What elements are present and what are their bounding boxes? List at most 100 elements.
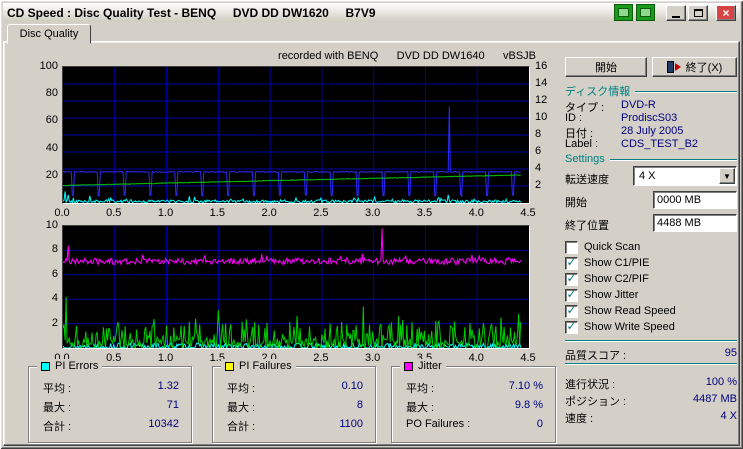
quality-chart: 100 80 60 40 20 16 14 12 10 8 6 4 2 0.0 0.5 1.0 1.5 2.0 2.…: [40, 60, 548, 219]
quality-score-label: 品質スコア :: [565, 350, 627, 362]
header-rule: [609, 158, 737, 160]
jitter-chart-plot: [62, 225, 530, 349]
pi-failures-legend: PI Failures: [221, 359, 296, 373]
settings-header: Settings: [565, 153, 737, 165]
pi-errors-groupbox: PI Errors 平均 : 1.32 最大 : 71 合計 : 10342: [28, 359, 192, 443]
checkbox-show-read-speed[interactable]: ✓ Show Read Speed: [565, 304, 676, 318]
maximize-icon: [693, 8, 703, 17]
jitter-legend: Jitter: [400, 359, 446, 373]
checkbox-box[interactable]: ✓: [565, 304, 578, 318]
checkbox-label: Show Write Speed: [584, 321, 675, 333]
disc-info-header-label: ディスク情報: [565, 86, 631, 98]
stat-value: 1100: [339, 418, 363, 430]
close-button[interactable]: ×: [716, 4, 736, 21]
stat-row: 平均 : 7.10 %: [406, 380, 543, 396]
exit-icon: [666, 61, 681, 73]
legend-color-swatch: [404, 361, 413, 371]
stat-label: 合計 :: [43, 421, 72, 433]
x-axis-tick-label: 0.5: [106, 207, 122, 219]
progress-value: 100 %: [705, 376, 737, 388]
cd-speed-icon[interactable]: [636, 4, 655, 21]
x-axis-tick-label: 2.5: [313, 207, 329, 219]
checkbox-show-write-speed[interactable]: ✓ Show Write Speed: [565, 320, 675, 334]
checkbox-quick-scan[interactable]: ✓ Quick Scan: [565, 240, 640, 254]
checkbox-box[interactable]: ✓: [565, 287, 578, 302]
position-label: ポジション :: [565, 396, 627, 408]
stat-label: 最大 :: [227, 402, 256, 414]
pi-failures-groupbox: PI Failures 平均 : 0.10 最大 : 8 合計 : 1100: [212, 359, 376, 443]
stat-label: 最大 :: [43, 402, 72, 414]
checkbox-box[interactable]: ✓: [565, 272, 578, 286]
x-axis-tick-label: 2.0: [261, 207, 277, 219]
title-bar: CD Speed : Disc Quality Test - BENQ DVD …: [3, 3, 740, 22]
quality-score-row: 品質スコア : 95: [565, 347, 737, 363]
start-button[interactable]: 開始: [565, 57, 647, 77]
checkbox-label: Show C1/PIE: [584, 257, 650, 269]
exit-arrow-icon: [674, 63, 681, 71]
pi-errors-title: PI Errors: [55, 360, 99, 372]
stat-value: 7.10 %: [508, 380, 543, 392]
cd-speed-icon[interactable]: [614, 4, 633, 21]
separator: [565, 340, 737, 341]
x-axis-tick-label: 2.5: [313, 352, 329, 364]
cd-speed-icon-detail: [640, 8, 651, 17]
x-axis-tick-label: 1.0: [157, 352, 174, 364]
y-axis-tick-label: 20: [45, 168, 58, 181]
stat-row: 最大 : 8: [227, 399, 363, 415]
exit-door-icon: [666, 61, 674, 73]
jitter-groupbox: Jitter 平均 : 7.10 % 最大 : 9.8 % PO Failure…: [391, 359, 556, 443]
x-axis-tick-label: 3.0: [365, 352, 381, 364]
legend-color-swatch: [225, 361, 234, 371]
stat-value: 9.8 %: [514, 399, 543, 411]
checkbox-box[interactable]: ✓: [565, 319, 578, 334]
y2-axis-tick-label: 10: [535, 111, 548, 123]
x-axis-tick-label: 1.5: [209, 207, 225, 219]
checkbox-box[interactable]: ✓: [565, 256, 578, 270]
checkbox-label: Quick Scan: [584, 241, 641, 253]
stat-row: 平均 : 0.10: [227, 380, 363, 396]
maximize-button[interactable]: [688, 4, 708, 21]
disc-info-header: ディスク情報: [565, 83, 737, 99]
y-axis-tick-label: 4: [51, 292, 58, 305]
checkbox-show-c2-pif[interactable]: ✓ Show C2/PIF: [565, 272, 649, 286]
titlebar-controls: ×: [614, 4, 736, 21]
x-axis-tick-label: 4.5: [520, 207, 536, 219]
start-position-input[interactable]: [653, 191, 737, 209]
stat-row: PO Failures : 0: [406, 418, 543, 430]
stat-row: 平均 : 1.32: [43, 380, 179, 396]
disc-info-row: Label : CDS_TEST_B2: [565, 138, 737, 150]
start-button-label: 開始: [595, 62, 617, 74]
end-position-input[interactable]: [653, 214, 737, 232]
minimize-button[interactable]: [666, 4, 686, 21]
exit-button[interactable]: 終了(X): [652, 57, 737, 77]
stat-label: 合計 :: [227, 421, 256, 433]
check-icon: ✓: [566, 319, 577, 333]
header-rule: [635, 90, 737, 92]
check-icon: ✓: [566, 287, 577, 301]
speed-row: 速度 : 4 X: [565, 410, 737, 426]
disc-info-row: ID : ProdiscS03: [565, 112, 737, 124]
quality-score-value: 95: [724, 347, 737, 359]
y-axis-tick-label: 6: [51, 267, 58, 280]
jitter-chart: 10 8 6 4 2 0.0 0.5 1.0 1.5 2.0 2.5 3.0 3.5 4.0 4.5: [46, 219, 536, 364]
checkbox-show-jitter[interactable]: ✓ Show Jitter: [565, 288, 638, 302]
tab-disc-quality[interactable]: Disc Quality: [7, 24, 91, 44]
checkbox-box[interactable]: ✓: [565, 240, 578, 254]
y2-axis-tick-label: 2: [535, 179, 542, 191]
combobox-dropdown-button[interactable]: ▼: [719, 168, 735, 184]
stat-value: 10342: [148, 418, 179, 430]
x-axis-tick-label: 1.0: [157, 207, 174, 219]
legend-color-swatch: [41, 361, 50, 371]
y-axis-tick-label: 100: [39, 60, 58, 72]
separator: [565, 363, 737, 364]
stat-row: 最大 : 9.8 %: [406, 399, 543, 415]
stat-label: 最大 :: [406, 402, 435, 414]
start-position-label: 開始: [565, 197, 587, 209]
checkbox-show-c1-pie[interactable]: ✓ Show C1/PIE: [565, 256, 649, 270]
stat-value: 0: [536, 418, 543, 430]
quality-chart-plot: [62, 66, 530, 204]
y-axis-tick-label: 10: [45, 219, 58, 231]
stat-label: 平均 :: [227, 383, 256, 395]
x-axis-tick-label: 0.5: [106, 352, 122, 364]
speed-combobox[interactable]: 4 X ▼: [633, 166, 737, 186]
